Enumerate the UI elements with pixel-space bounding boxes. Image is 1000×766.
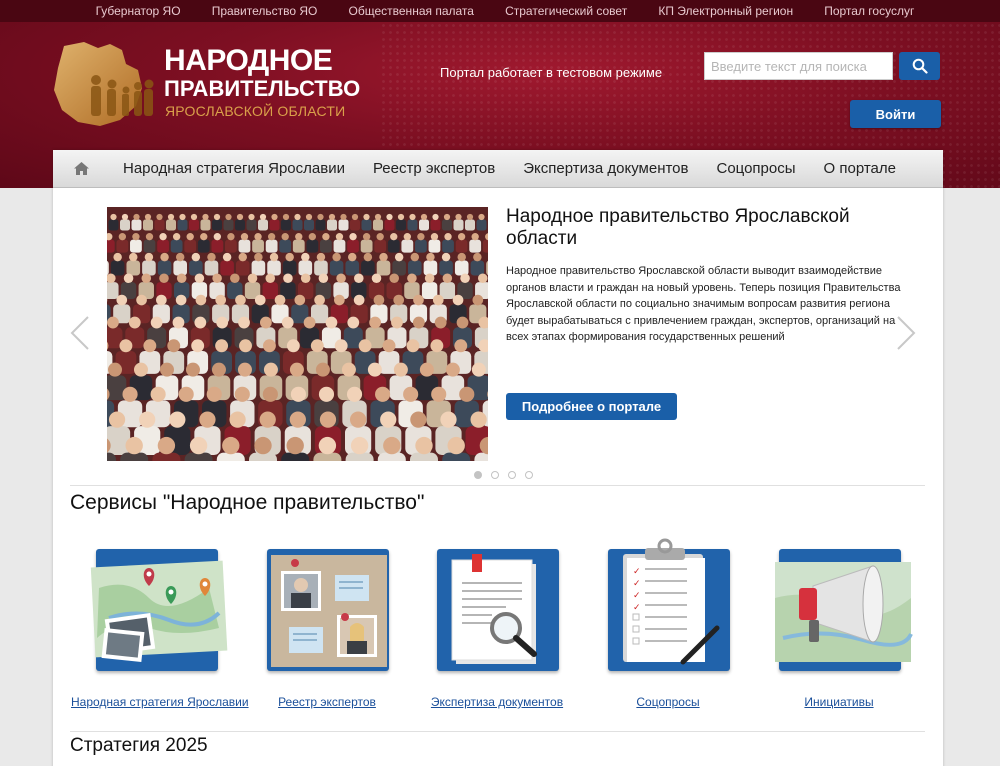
nav-item-experts[interactable]: Реестр экспертов: [359, 160, 509, 177]
nav-item-polls[interactable]: Соцопросы: [702, 160, 809, 177]
top-link-governor[interactable]: Губернатор ЯО: [96, 4, 181, 18]
top-link-gosuslugi[interactable]: Портал госуслуг: [824, 4, 914, 18]
clipboard-checklist-icon: ✓ ✓ ✓ ✓: [623, 538, 720, 665]
slider-dot-2[interactable]: [491, 471, 499, 479]
search-icon: [912, 58, 928, 74]
service-strategy[interactable]: [71, 544, 241, 714]
nav-item-about[interactable]: О портале: [810, 160, 910, 177]
service-link-strategy[interactable]: Народная стратегия Ярославии: [71, 695, 249, 709]
slider-dot-3[interactable]: [508, 471, 516, 479]
slider-dot-1[interactable]: [474, 471, 482, 479]
service-polls[interactable]: ✓ ✓ ✓ ✓: [583, 538, 753, 714]
site-logo[interactable]: НАРОДНОЕ ПРАВИТЕЛЬСТВО ЯРОСЛАВСКОЙ ОБЛАС…: [50, 40, 360, 130]
top-links-bar: Губернатор ЯО Правительство ЯО Обществен…: [0, 0, 1000, 22]
logo-line-2: ПРАВИТЕЛЬСТВО: [164, 76, 361, 101]
svg-text:✓: ✓: [633, 567, 641, 577]
login-button[interactable]: Войти: [850, 100, 941, 128]
megaphone-icon: [775, 562, 913, 662]
logo-line-3: ЯРОСЛАВСКОЙ ОБЛАСТИ: [165, 103, 346, 119]
nav-item-expertise[interactable]: Экспертиза документов: [509, 160, 702, 177]
strategy-title: Стратегия 2025: [70, 735, 208, 756]
svg-text:✓: ✓: [633, 603, 641, 613]
top-link-government[interactable]: Правительство ЯО: [212, 4, 318, 18]
service-link-expertise[interactable]: Экспертиза документов: [412, 695, 582, 709]
top-link-strategic-council[interactable]: Стратегический совет: [505, 4, 627, 18]
audience-photo: [107, 207, 488, 461]
logo-line-1: НАРОДНОЕ: [164, 44, 333, 77]
top-link-e-region[interactable]: КП Электронный регион: [658, 4, 793, 18]
slider-dots: [474, 471, 533, 479]
region-map-people-icon: [54, 42, 154, 126]
slide-photo-audience[interactable]: [107, 207, 488, 461]
search-button[interactable]: [899, 52, 940, 80]
service-link-experts[interactable]: Реестр экспертов: [242, 695, 412, 709]
service-initiatives[interactable]: [754, 544, 924, 714]
slider-prev-arrow-icon[interactable]: [70, 315, 90, 351]
slide-text: Народное правительство Ярославской облас…: [506, 265, 901, 343]
nav-item-strategy[interactable]: Народная стратегия Ярославии: [109, 160, 359, 177]
slider-dot-4[interactable]: [525, 471, 533, 479]
divider: [70, 485, 925, 486]
services-title: Сервисы "Народное правительство": [70, 491, 425, 514]
svg-text:✓: ✓: [633, 591, 641, 601]
about-portal-button[interactable]: Подробнее о портале: [506, 393, 677, 420]
service-experts[interactable]: [242, 544, 412, 714]
main-content: Народная стратегия Ярославии Реестр эксп…: [53, 150, 943, 766]
search-input[interactable]: [704, 52, 893, 80]
divider: [70, 731, 925, 732]
svg-text:✓: ✓: [633, 579, 641, 589]
service-link-polls[interactable]: Соцопросы: [583, 695, 753, 709]
home-icon: [73, 162, 89, 175]
top-link-public-chamber[interactable]: Общественная палата: [349, 4, 474, 18]
test-mode-notice: Портал работает в тестовом режиме: [440, 65, 663, 80]
main-nav: Народная стратегия Ярославии Реестр эксп…: [53, 150, 943, 188]
slide-title: Народное правительство Ярославской облас…: [506, 206, 850, 249]
corkboard-icon: [271, 555, 387, 667]
nav-home[interactable]: [53, 150, 109, 188]
service-expertise[interactable]: [412, 544, 582, 714]
service-link-initiatives[interactable]: Инициативы: [754, 695, 924, 709]
document-magnifier-icon: [451, 554, 537, 664]
map-pins-icon: [90, 560, 228, 663]
